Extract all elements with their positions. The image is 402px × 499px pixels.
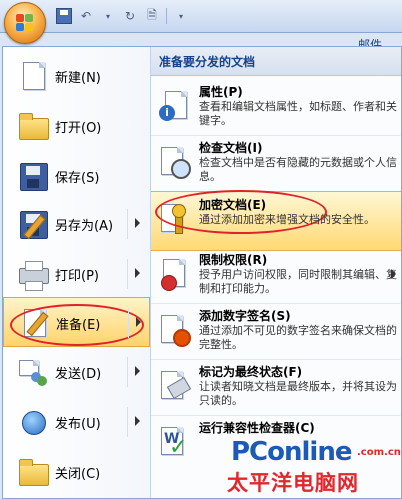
- office-button[interactable]: [4, 2, 46, 44]
- submenu-item-description: 查看和编辑文档属性，如标题、作者和关键字。: [199, 100, 397, 127]
- watermark-domain: .com.cn: [357, 447, 401, 458]
- menu-item-label: 发送(D): [55, 367, 102, 382]
- redo-icon: ↻: [124, 9, 136, 23]
- open-folder-icon: [17, 110, 49, 142]
- print-preview-icon: 🗎: [147, 7, 157, 22]
- chevron-down-icon: ▾: [178, 11, 183, 21]
- publish-icon: [17, 406, 49, 438]
- menu-item-label: 打印(P): [55, 269, 99, 284]
- menu-item-send[interactable]: 发送(D): [3, 347, 150, 397]
- properties-icon: i: [157, 89, 191, 123]
- submenu-item-title: 添加数字签名(S): [199, 309, 291, 323]
- customize-toolbar-button[interactable]: ▾: [173, 8, 189, 24]
- chevron-down-icon: ▾: [105, 11, 110, 21]
- menu-item-label: 打开(O): [55, 121, 102, 136]
- submenu-arrow-icon[interactable]: [135, 416, 140, 426]
- submenu-item-mark-final[interactable]: 标记为最终状态(F) 让读者知晓文档是最终版本，并将其设为只读的。: [151, 359, 401, 417]
- menu-item-label: 保存(S): [55, 171, 100, 186]
- menu-item-publish[interactable]: 发布(U): [3, 397, 150, 447]
- submenu-arrow-icon[interactable]: [391, 269, 396, 279]
- annotation-circle: [10, 304, 144, 346]
- undo-dropdown[interactable]: ▾: [100, 8, 116, 24]
- watermark-subtitle: 太平洋电脑网: [227, 471, 359, 495]
- menu-item-save-as[interactable]: 另存为(A): [3, 199, 150, 249]
- inspect-document-icon: [157, 145, 191, 179]
- office-menu-commands: 新建(N) 打开(O) 保存(S) 另存为(A) 打印(P) 准备(E) 发送(…: [3, 47, 151, 498]
- submenu-item-description: 让读者知晓文档是最终版本，并将其设为只读的。: [199, 380, 397, 407]
- printer-icon: [17, 258, 49, 291]
- menu-item-label: 另存为(A): [55, 219, 114, 234]
- submenu-item-inspect[interactable]: 检查文档(I) 检查文档中是否有隐藏的元数据或个人信息。: [151, 135, 401, 193]
- submenu-item-description: 授予用户访问权限，同时限制其编辑、复制和打印能力。: [199, 268, 397, 295]
- undo-icon: ↶: [80, 9, 92, 23]
- send-icon: [17, 356, 49, 388]
- pconline-watermark: PConline .com.cn 太平洋电脑网: [221, 433, 402, 497]
- restrict-permission-icon: [157, 257, 191, 291]
- menu-item-save[interactable]: 保存(S): [3, 151, 150, 201]
- submenu-item-title: 属性(P): [199, 85, 243, 99]
- mark-final-icon: [157, 369, 192, 403]
- prepare-submenu: 准备要分发的文档 i 属性(P) 查看和编辑文档属性，如标题、作者和关键字。 检…: [151, 47, 401, 498]
- toolbar-divider: [166, 8, 167, 24]
- submenu-item-description: 检查文档中是否有隐藏的元数据或个人信息。: [199, 156, 397, 183]
- save-icon: [56, 8, 72, 24]
- quick-access-toolbar: ↶ ▾ ↻ 🗎 ▾: [0, 0, 402, 33]
- print-preview-button[interactable]: 🗎: [144, 8, 160, 24]
- submenu-item-title: 检查文档(I): [199, 141, 263, 155]
- submenu-item-description: 通过添加不可见的数字签名来确保文档的完整性。: [199, 324, 397, 351]
- submenu-item-title: 标记为最终状态(F): [199, 365, 303, 379]
- office-logo-icon: [16, 14, 34, 32]
- undo-button[interactable]: ↶: [78, 8, 94, 24]
- submenu-arrow-icon[interactable]: [135, 218, 140, 228]
- menu-item-label: 关闭(C): [55, 467, 101, 482]
- digital-signature-icon: [157, 313, 191, 347]
- office-menu: 新建(N) 打开(O) 保存(S) 另存为(A) 打印(P) 准备(E) 发送(…: [2, 46, 402, 499]
- submenu-arrow-icon[interactable]: [135, 268, 140, 278]
- save-quick-button[interactable]: [56, 8, 72, 24]
- new-document-icon: [17, 60, 49, 92]
- submenu-item-encrypt[interactable]: 加密文档(E) 通过添加加密来增强文档的安全性。: [151, 190, 401, 251]
- close-folder-icon: [17, 456, 49, 488]
- watermark-brand: PConline: [231, 437, 352, 467]
- save-disk-icon: [17, 160, 49, 192]
- menu-item-open[interactable]: 打开(O): [3, 101, 150, 151]
- menu-item-label: 新建(N): [55, 71, 101, 86]
- menu-item-print[interactable]: 打印(P): [3, 249, 150, 299]
- submenu-item-signature[interactable]: 添加数字签名(S) 通过添加不可见的数字签名来确保文档的完整性。: [151, 303, 401, 361]
- compatibility-checker-icon: W ✓: [157, 425, 191, 460]
- submenu-item-restrict[interactable]: 限制权限(R) 授予用户访问权限，同时限制其编辑、复制和打印能力。: [151, 247, 401, 305]
- redo-button[interactable]: ↻: [122, 8, 138, 24]
- save-as-icon: [17, 208, 49, 240]
- submenu-header: 准备要分发的文档: [151, 47, 401, 76]
- submenu-item-title: 限制权限(R): [199, 253, 268, 267]
- menu-item-close[interactable]: 关闭(C): [3, 447, 150, 497]
- submenu-item-properties[interactable]: i 属性(P) 查看和编辑文档属性，如标题、作者和关键字。: [151, 79, 401, 137]
- menu-item-label: 发布(U): [55, 417, 101, 432]
- submenu-title: 准备要分发的文档: [159, 55, 256, 69]
- quick-access-buttons: ↶ ▾ ↻ 🗎 ▾: [56, 6, 189, 26]
- submenu-arrow-icon[interactable]: [135, 366, 140, 376]
- menu-item-new[interactable]: 新建(N): [3, 51, 150, 101]
- submenu-item-description: 通过添加加密来增强文档的安全性。: [199, 213, 375, 226]
- submenu-item-title: 加密文档(E): [199, 198, 267, 212]
- menu-item-prepare[interactable]: 准备(E): [3, 297, 150, 347]
